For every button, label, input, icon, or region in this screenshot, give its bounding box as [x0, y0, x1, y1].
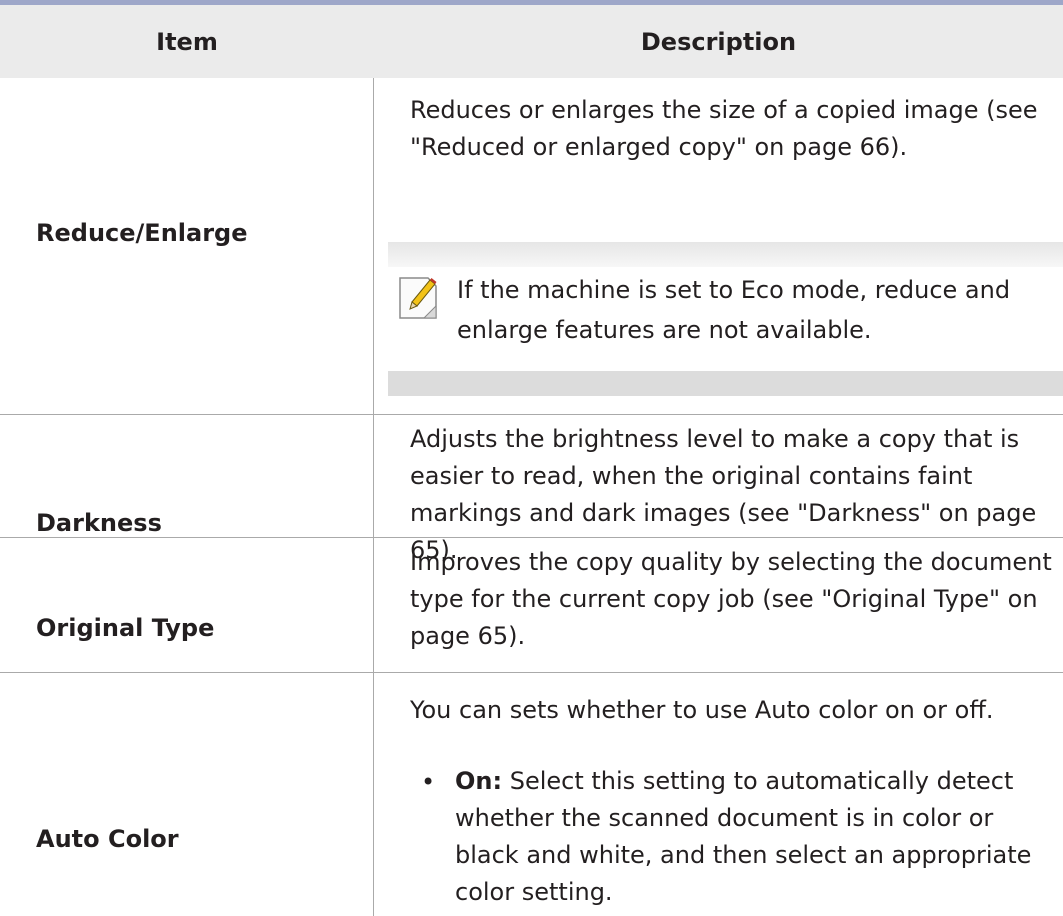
row-divider [0, 414, 1063, 415]
note-pencil-icon [399, 277, 437, 319]
row-divider [0, 672, 1063, 673]
item-label-original-type: Original Type [36, 614, 215, 642]
note-band-top [388, 242, 1063, 267]
item-label-reduce-enlarge: Reduce/Enlarge [36, 219, 248, 247]
row-divider [0, 537, 1063, 538]
note-band-bottom [388, 371, 1063, 396]
bullet-term: On: [455, 767, 503, 795]
bullet-marker: • [421, 768, 436, 796]
description-reduce-enlarge: Reduces or enlarges the size of a copied… [410, 96, 1038, 161]
note-text: If the machine is set to Eco mode, reduc… [457, 276, 1011, 344]
bullet-description: Select this setting to automatically det… [455, 767, 1032, 906]
bullet-item-on: On: Select this setting to automatically… [455, 763, 1059, 911]
item-label-darkness: Darkness [36, 509, 162, 537]
description-auto-color: You can sets whether to use Auto color o… [410, 696, 994, 724]
column-divider [373, 78, 374, 916]
column-header-description: Description [640, 27, 797, 56]
description-original-type: Improves the copy quality by selecting t… [410, 548, 1052, 650]
column-header-item: Item [156, 27, 218, 56]
item-label-auto-color: Auto Color [36, 825, 179, 853]
table-header: Item Description [0, 5, 1063, 78]
